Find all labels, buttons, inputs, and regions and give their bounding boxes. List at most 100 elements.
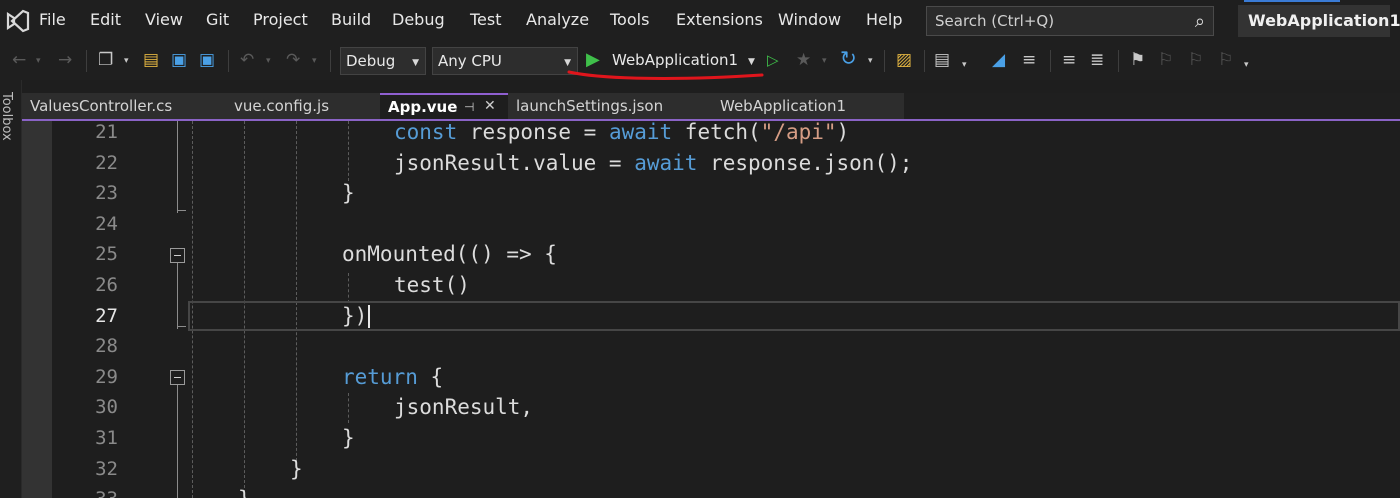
hot-reload-dropdown-icon[interactable]: ▾ <box>822 56 827 66</box>
menu-view[interactable]: View <box>145 10 183 29</box>
menu-debug[interactable]: Debug <box>392 10 445 29</box>
code-line[interactable]: 26 test() <box>22 272 1400 303</box>
code-token: }) <box>342 303 368 328</box>
code-line[interactable]: 22 jsonResult.value = await response.json… <box>22 150 1400 181</box>
clear-bookmarks-icon[interactable]: ⚐ <box>1218 50 1233 70</box>
close-icon[interactable]: ✕ <box>484 98 496 114</box>
pin-icon[interactable]: ⊣ <box>464 100 474 114</box>
menu-tools[interactable]: Tools <box>610 10 649 29</box>
code-text: test() <box>394 273 470 297</box>
menu-build[interactable]: Build <box>331 10 371 29</box>
toolbar-overflow-icon[interactable]: ▾ <box>1244 60 1249 70</box>
line-number: 24 <box>95 212 118 235</box>
layout-icon[interactable]: ▤ <box>934 50 950 70</box>
platform-dropdown[interactable]: Any CPU ▼ <box>432 47 578 75</box>
code-line[interactable]: 28 <box>22 333 1400 364</box>
menu-window[interactable]: Window <box>778 10 841 29</box>
tab-webapplication1[interactable]: WebApplication1 <box>712 93 904 120</box>
new-project-icon[interactable]: ❐ <box>98 50 113 70</box>
chevron-down-icon: ▼ <box>564 58 571 68</box>
solution-title[interactable]: WebApplication1 <box>1238 5 1400 37</box>
next-bookmark-icon[interactable]: ⚐ <box>1188 50 1203 70</box>
menu-project[interactable]: Project <box>253 10 308 29</box>
code-line[interactable]: 29 return { <box>22 364 1400 395</box>
new-project-dropdown-icon[interactable]: ▾ <box>124 56 129 66</box>
configuration-value: Debug <box>346 52 396 70</box>
chevron-down-icon[interactable]: ▼ <box>748 57 755 67</box>
restart-dropdown-icon[interactable]: ▾ <box>868 56 873 66</box>
code-token: { <box>417 364 444 389</box>
code-text: } <box>342 426 355 450</box>
restart-icon[interactable]: ↻ <box>840 48 857 68</box>
comment-icon[interactable]: ≡ <box>1062 50 1076 70</box>
code-token: response.json(); <box>697 150 913 175</box>
code-text: jsonResult.value = await response.json()… <box>394 151 912 175</box>
hot-reload-icon[interactable]: ★ <box>796 50 811 70</box>
start-without-debugging-icon[interactable]: ▷ <box>767 50 779 70</box>
tab-launchsettings[interactable]: launchSettings.json <box>508 93 712 120</box>
search-placeholder: Search (Ctrl+Q) <box>935 12 1055 30</box>
line-number: 21 <box>95 121 118 143</box>
document-tab-bar: ValuesController.cs vue.config.js App.vu… <box>22 93 1400 120</box>
code-token: ) <box>836 121 850 144</box>
save-icon[interactable]: ▣ <box>171 50 187 70</box>
redo-dropdown-icon[interactable]: ▾ <box>312 56 317 66</box>
toolbox-label: Toolbox <box>0 92 14 141</box>
code-line[interactable]: 25 onMounted(() => { <box>22 241 1400 272</box>
title-accent-bar <box>1244 0 1340 2</box>
redo-icon[interactable]: ↷ <box>286 50 300 70</box>
code-keyword: await <box>608 121 673 144</box>
code-line[interactable]: 32} <box>22 456 1400 487</box>
open-folder-icon[interactable]: ▤ <box>143 50 159 70</box>
platform-value: Any CPU <box>438 52 502 70</box>
code-token: test() <box>394 273 470 297</box>
menu-file[interactable]: File <box>39 10 66 29</box>
uncomment-icon[interactable]: ≣ <box>1090 50 1104 70</box>
code-line[interactable]: 27}) <box>22 303 1400 334</box>
bookmark-icon[interactable]: ⚑ <box>1130 50 1145 70</box>
tab-app-vue[interactable]: App.vue ⊣ ✕ <box>380 93 508 120</box>
toolbar-separator <box>330 50 331 72</box>
code-text: return { <box>342 365 443 389</box>
previous-bookmark-icon[interactable]: ⚐ <box>1158 50 1173 70</box>
menu-git[interactable]: Git <box>206 10 229 29</box>
toolbox-panel-tab[interactable]: Toolbox <box>0 80 22 498</box>
save-all-icon[interactable]: ▣ <box>199 50 215 70</box>
tab-vue-config[interactable]: vue.config.js <box>226 93 380 120</box>
code-editor[interactable]: 21 const response = await fetch("/api") 22… <box>22 121 1400 498</box>
code-line[interactable]: 24 <box>22 211 1400 242</box>
back-icon[interactable]: ← <box>12 50 26 70</box>
visual-studio-logo-icon[interactable] <box>4 8 30 34</box>
back-dropdown-icon[interactable]: ▾ <box>36 56 41 66</box>
code-line[interactable]: 31} <box>22 425 1400 456</box>
layout-dropdown-icon[interactable]: ▾ <box>962 60 967 70</box>
tab-valuescontroller[interactable]: ValuesController.cs <box>22 93 226 120</box>
menu-extensions[interactable]: Extensions <box>676 10 763 29</box>
code-text: onMounted(() => { <box>342 242 557 266</box>
line-number: 30 <box>95 396 118 419</box>
code-token: jsonResult, <box>394 395 534 420</box>
toolbar-separator <box>86 50 87 72</box>
code-line[interactable]: 21 const response = await fetch("/api") <box>22 121 1400 150</box>
code-line[interactable]: 23} <box>22 180 1400 211</box>
code-line[interactable]: 33} <box>22 486 1400 498</box>
code-token: onMounted(() => { <box>342 242 557 267</box>
code-line[interactable]: 30 jsonResult, <box>22 394 1400 425</box>
undo-icon[interactable]: ↶ <box>240 50 254 70</box>
configuration-dropdown[interactable]: Debug ▼ <box>340 47 426 75</box>
line-number: 27 <box>95 304 118 327</box>
menu-test[interactable]: Test <box>470 10 502 29</box>
solution-explorer-icon[interactable]: ▨ <box>896 50 912 70</box>
undo-dropdown-icon[interactable]: ▾ <box>266 56 271 66</box>
step-icon[interactable]: ◢ <box>992 50 1005 70</box>
menu-edit[interactable]: Edit <box>90 10 121 29</box>
menu-help[interactable]: Help <box>866 10 902 29</box>
solution-title-label: WebApplication1 <box>1248 11 1400 30</box>
red-annotation-underline <box>567 70 764 80</box>
code-keyword: return <box>342 364 418 389</box>
breakpoints-icon[interactable]: ≡ <box>1022 50 1036 70</box>
forward-icon[interactable]: → <box>58 50 72 70</box>
search-input[interactable]: Search (Ctrl+Q) ⌕ <box>926 6 1214 36</box>
line-number: 29 <box>95 365 118 388</box>
menu-analyze[interactable]: Analyze <box>526 10 589 29</box>
